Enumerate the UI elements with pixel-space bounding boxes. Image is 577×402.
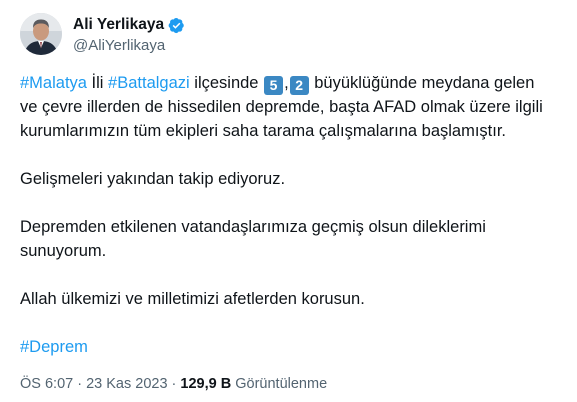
paragraph-4-line-1: Allah ülkemizi ve milletimizi afetlerden… xyxy=(20,290,365,308)
hashtag-deprem[interactable]: #Deprem xyxy=(20,338,88,356)
text-segment: büyüklüğünde meydana gelen xyxy=(309,74,535,92)
text-segment: ilçesinde xyxy=(189,74,264,92)
avatar[interactable] xyxy=(20,13,62,55)
view-count-label: Görüntülenme xyxy=(231,376,328,392)
tweet-time[interactable]: ÖS 6:07 xyxy=(20,376,73,392)
separator-dot: · xyxy=(167,376,181,392)
tweet: Ali Yerlikaya @AliYerlikaya #Malatya İli… xyxy=(0,0,577,402)
tweet-header: Ali Yerlikaya @AliYerlikaya xyxy=(20,13,185,55)
author-names: Ali Yerlikaya @AliYerlikaya xyxy=(73,14,185,54)
tweet-text: #Malatya İli #Battalgazi ilçesinde 5,2 b… xyxy=(20,71,560,383)
hashtag-malatya[interactable]: #Malatya xyxy=(20,74,87,92)
avatar-photo-icon xyxy=(20,13,62,55)
paragraph-1-line-3: kurumlarımızın tüm ekipleri saha tarama … xyxy=(20,122,507,140)
paragraph-3-line-1: Depremden etkilenen vatandaşlarımıza geç… xyxy=(20,218,486,236)
author-name-row: Ali Yerlikaya xyxy=(73,14,185,36)
paragraph-5-line-1: #Deprem xyxy=(20,335,560,359)
paragraph-4: Allah ülkemizi ve milletimizi afetlerden… xyxy=(20,287,560,311)
paragraph-3-line-2: sunuyorum. xyxy=(20,242,107,260)
paragraph-2: Gelişmeleri yakından takip ediyoruz. xyxy=(20,167,560,191)
paragraph-1: #Malatya İli #Battalgazi ilçesinde 5,2 b… xyxy=(20,71,560,143)
paragraph-1-line-1: #Malatya İli #Battalgazi ilçesinde 5,2 b… xyxy=(20,71,560,95)
separator-dot: · xyxy=(73,376,87,392)
comma: , xyxy=(284,74,289,92)
tweet-date[interactable]: 23 Kas 2023 xyxy=(86,376,167,392)
paragraph-1-line-2: ve çevre illerden de hissedilen depremde… xyxy=(20,98,543,116)
paragraph-2-line-1: Gelişmeleri yakından takip ediyoruz. xyxy=(20,170,286,188)
author-display-name[interactable]: Ali Yerlikaya xyxy=(73,16,164,34)
view-count[interactable]: 129,9 B xyxy=(180,376,231,392)
verified-badge-icon[interactable] xyxy=(168,17,185,34)
keycap-digit-two: 2 xyxy=(289,76,309,95)
paragraph-3: Depremden etkilenen vatandaşlarımıza geç… xyxy=(20,215,560,263)
hashtag-battalgazi[interactable]: #Battalgazi xyxy=(108,74,190,92)
paragraph-5: #Deprem xyxy=(20,335,560,359)
text-segment: İli xyxy=(86,74,109,92)
keycap-digit-five: 5 xyxy=(264,76,284,95)
tweet-meta: ÖS 6:07 · 23 Kas 2023 · 129,9 B Görüntül… xyxy=(20,376,327,392)
author-handle[interactable]: @AliYerlikaya xyxy=(73,37,185,54)
